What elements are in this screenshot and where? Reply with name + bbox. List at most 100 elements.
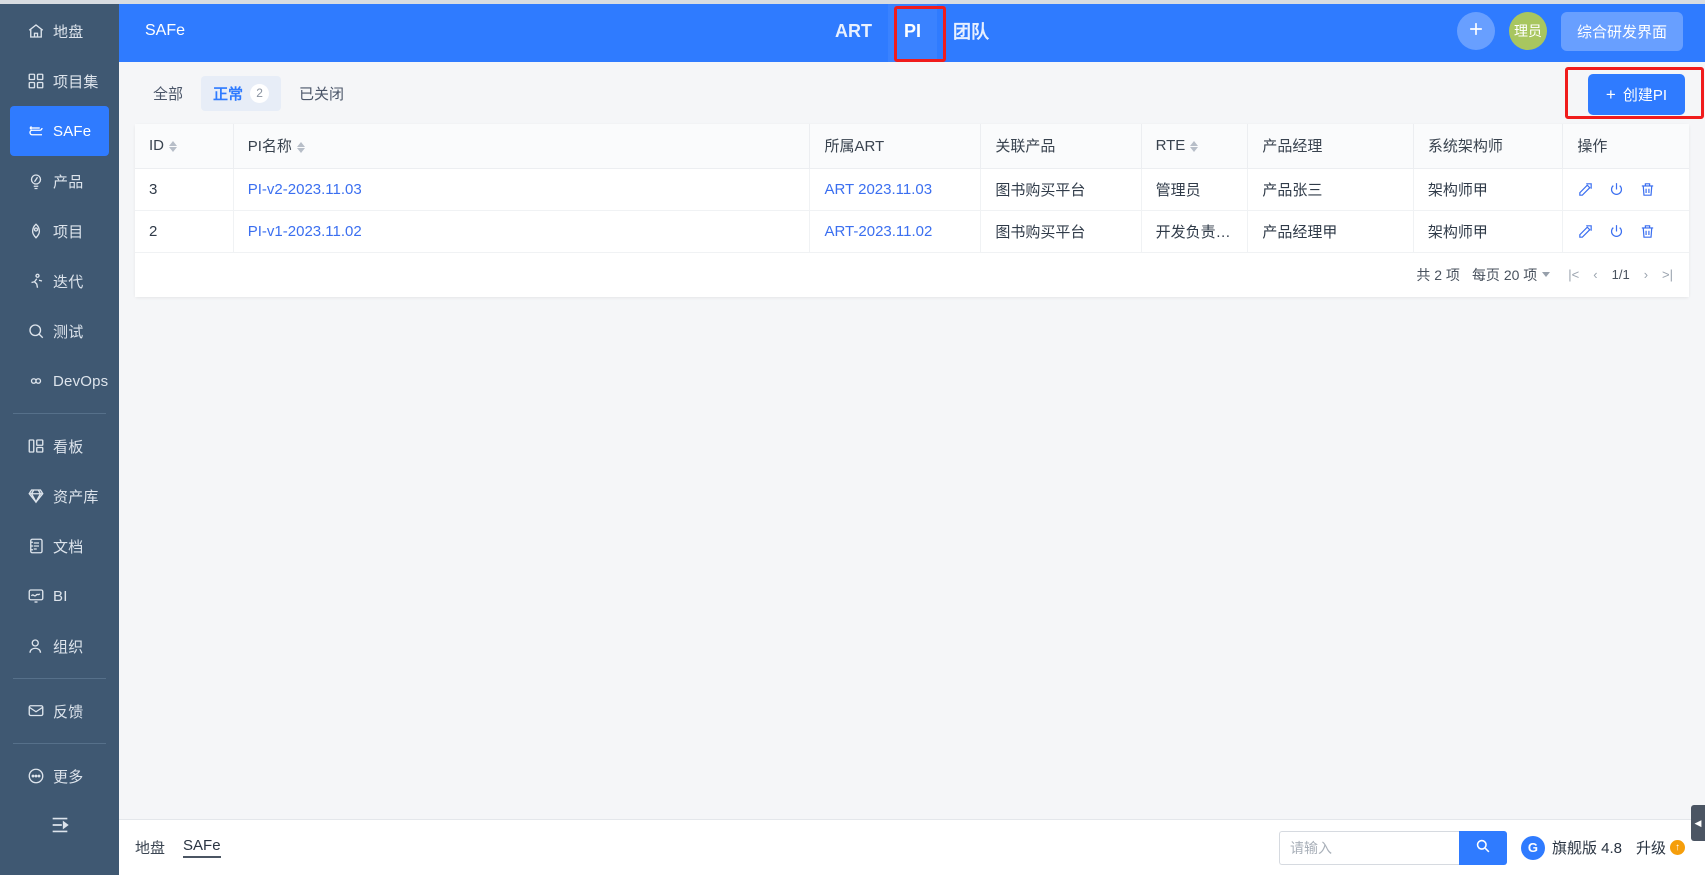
sidebar-item-safe[interactable]: SAFe [10,106,109,156]
runner-icon [26,272,45,291]
footer-crumb-safe[interactable]: SAFe [183,837,221,858]
edit-icon[interactable] [1577,181,1594,198]
user-icon [26,637,45,656]
upgrade-button[interactable]: 升级 ↑ [1636,837,1685,858]
pi-name-link[interactable]: PI-v1-2023.11.02 [248,223,362,240]
workspace-switch-label: 综合研发界面 [1576,23,1667,41]
sidebar-item-devops[interactable]: DevOps [10,356,109,406]
more-dots-icon [26,767,45,786]
col-product-manager: 产品经理 [1247,124,1414,169]
cell-art: ART-2023.11.02 [809,210,982,253]
cell-product: 图书购买平台 [980,210,1142,253]
workspace-switch-button[interactable]: 综合研发界面 [1560,11,1683,51]
sidebar-item-iteration[interactable]: 迭代 [10,256,109,306]
cell-id: 3 [135,168,234,211]
last-page-button[interactable]: >| [1662,267,1673,282]
art-link[interactable]: ART-2023.11.02 [824,223,932,240]
sidebar-item-label: 测试 [53,323,84,341]
sidebar-item-more[interactable]: 更多 [10,751,109,801]
table-row[interactable]: 3 PI-v2-2023.11.03 ART 2023.11.03 图书购买平台… [135,168,1689,211]
sidebar-item-board[interactable]: 看板 [10,421,109,471]
col-label: ID [149,137,164,155]
sidebar-item-project[interactable]: 项目 [10,206,109,256]
add-button[interactable] [1456,12,1495,50]
filter-tab-count: 2 [250,83,270,103]
sidebar-item-document[interactable]: 文档 [10,521,109,571]
pi-name-link[interactable]: PI-v2-2023.11.03 [248,181,362,198]
pagination: 共 2 项 每页 20 项 |< ‹ 1/1 › >| [135,252,1689,297]
art-link[interactable]: ART 2023.11.03 [824,181,932,198]
prev-page-button[interactable]: ‹ [1593,267,1597,282]
search-circle-icon [26,322,45,341]
first-page-button[interactable]: |< [1568,267,1579,282]
sidebar-item-label: 看板 [53,438,84,456]
sidebar-item-home[interactable]: 地盘 [10,6,109,56]
search-input[interactable] [1278,830,1459,865]
col-product: 关联产品 [980,124,1142,169]
sidebar-item-label: BI [53,587,68,605]
filter-tab-label: 正常 [213,85,244,103]
col-architect: 系统架构师 [1413,124,1564,169]
board-icon [26,437,45,456]
sort-toggle-icon[interactable] [1190,140,1199,152]
current-page: 1/1 [1611,267,1630,282]
sidebar-divider [13,743,106,744]
table-card: ID PI名称 所属ART 关联产品 RTE 产品经理 系统架构师 操作 3 P… [135,124,1689,297]
bulb-icon [26,172,45,191]
col-label: PI名称 [247,138,292,156]
safe-icon [26,122,45,141]
power-icon[interactable] [1608,181,1625,198]
next-page-button[interactable]: › [1644,267,1648,282]
tab-art[interactable]: ART [819,0,888,62]
cell-product-manager: 产品张三 [1247,168,1414,211]
window-top-strip [0,0,1705,4]
trash-icon[interactable] [1639,223,1656,240]
col-pi-name[interactable]: PI名称 [233,124,811,169]
pi-table: ID PI名称 所属ART 关联产品 RTE 产品经理 系统架构师 操作 3 P… [135,124,1689,253]
sidebar-collapse-button[interactable] [0,801,119,853]
sidebar-item-test[interactable]: 测试 [10,306,109,356]
feedback-icon [26,702,45,721]
tab-label: ART [834,20,872,41]
col-id[interactable]: ID [135,124,234,169]
footer-crumb-home[interactable]: 地盘 [135,837,165,858]
search-box [1278,830,1507,865]
sidebar-item-asset-library[interactable]: 资产库 [10,471,109,521]
col-rte[interactable]: RTE [1141,124,1249,169]
search-button[interactable] [1458,830,1507,865]
diamond-icon [26,487,45,506]
filter-tab-all[interactable]: 全部 [141,76,195,111]
sidebar-item-organization[interactable]: 组织 [10,621,109,671]
avatar[interactable]: 理员 [1508,12,1547,50]
edit-icon[interactable] [1577,223,1594,240]
sidebar-item-product[interactable]: 产品 [10,156,109,206]
col-art: 所属ART [809,124,982,169]
sidebar-item-feedback[interactable]: 反馈 [10,686,109,736]
sidebar-item-program-set[interactable]: 项目集 [10,56,109,106]
create-pi-label: 创建PI [1622,87,1667,104]
sort-toggle-icon[interactable] [296,141,305,153]
filter-tab-label: 已关闭 [299,85,345,103]
plus-icon: + [1605,85,1616,104]
filter-tab-normal[interactable]: 正常 2 [201,75,282,111]
cell-product: 图书购买平台 [980,168,1142,211]
sidebar-item-label: 地盘 [53,23,84,41]
page-size-select[interactable]: 每页 20 项 [1471,265,1551,285]
trash-icon[interactable] [1639,181,1656,198]
tab-pi[interactable]: PI [887,0,937,62]
sidebar-item-label: 资产库 [53,488,99,506]
sidebar-item-bi[interactable]: BI [10,571,109,621]
page-size-label: 每页 20 项 [1471,266,1538,283]
tab-team[interactable]: 团队 [937,0,1005,62]
sidebar-item-label: 迭代 [53,273,84,291]
edge-panel-toggle[interactable]: ◀ [1691,805,1705,841]
up-arrow-icon: ↑ [1670,840,1685,855]
table-row[interactable]: 2 PI-v1-2023.11.02 ART-2023.11.02 图书购买平台… [135,210,1689,253]
power-icon[interactable] [1608,223,1625,240]
filter-tab-closed[interactable]: 已关闭 [287,76,356,111]
brand-badge: G 旗舰版 4.8 [1520,835,1622,860]
sort-toggle-icon[interactable] [169,140,177,152]
cell-pi-name: PI-v2-2023.11.03 [233,168,811,211]
sidebar-item-label: 文档 [53,538,84,556]
create-pi-button[interactable]: + 创建PI [1587,74,1685,115]
